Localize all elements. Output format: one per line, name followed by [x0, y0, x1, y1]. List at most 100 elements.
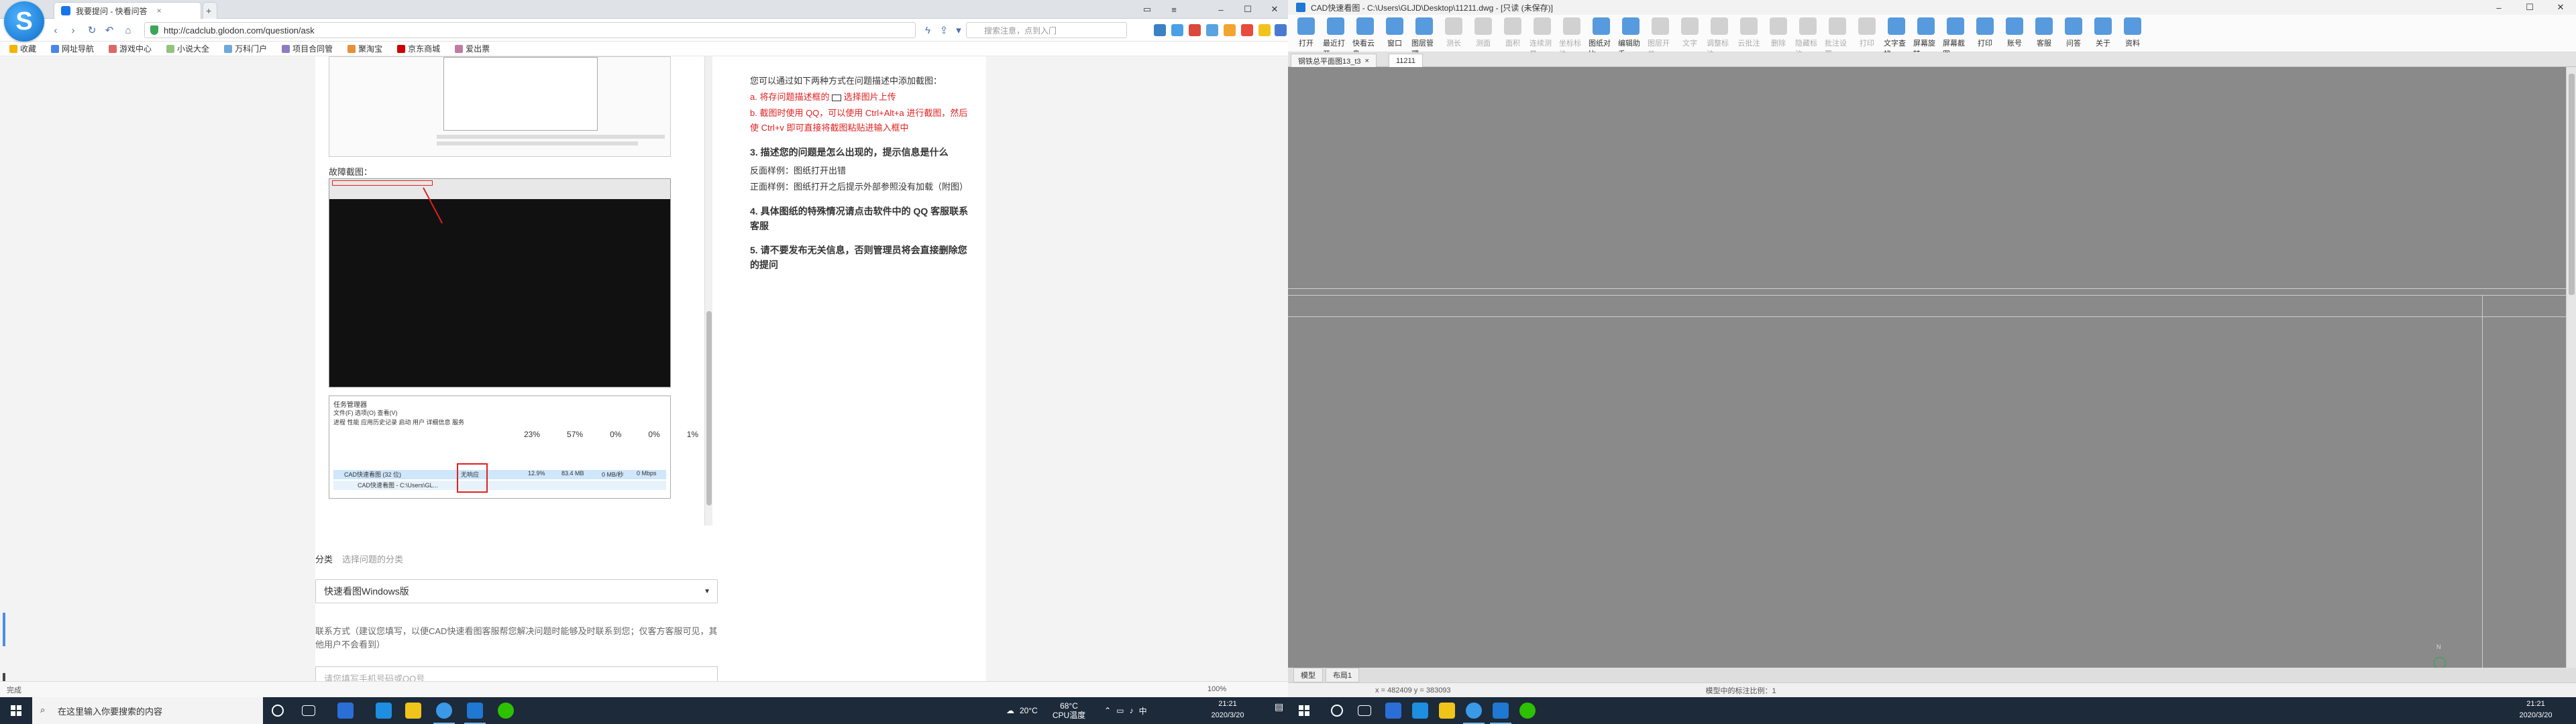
ribbon-tool-icon: [1445, 17, 1462, 35]
ribbon-button[interactable]: 账号: [2002, 17, 2027, 48]
ie-icon[interactable]: [1412, 703, 1428, 719]
game-icon[interactable]: [1241, 24, 1253, 36]
forward-icon[interactable]: ›: [66, 23, 80, 38]
share-icon[interactable]: ⇪: [936, 23, 951, 38]
file-explorer-icon[interactable]: [405, 703, 421, 719]
taskbar-search[interactable]: ⌕ 在这里输入你要搜索的内容: [32, 697, 263, 724]
ribbon-button[interactable]: 问答: [2061, 17, 2086, 48]
edge-icon[interactable]: [337, 703, 354, 719]
extension-icon[interactable]: [1206, 24, 1218, 36]
ribbon-button-label: 打印: [1860, 40, 1874, 48]
editor-scrollbar[interactable]: [704, 56, 712, 526]
task-view-icon[interactable]: [302, 705, 315, 716]
browser-menu-icon[interactable]: ≡: [1161, 0, 1187, 19]
ribbon-button[interactable]: 资料: [2120, 17, 2145, 48]
close-icon[interactable]: ×: [1365, 57, 1369, 65]
ribbon-button[interactable]: 窗口: [1382, 17, 1407, 48]
home-icon[interactable]: ⌂: [121, 23, 136, 38]
bookmark-item[interactable]: 网址导航: [51, 43, 94, 54]
cad-taskbar-icon[interactable]: [464, 703, 486, 724]
coin-icon[interactable]: [1258, 24, 1271, 36]
download-icon[interactable]: [1171, 24, 1183, 36]
ribbon-button[interactable]: 测面: [1470, 17, 1496, 48]
category-select[interactable]: 快速看图Windows版 ▼: [315, 579, 718, 603]
weather-text[interactable]: 20°C: [1020, 706, 1038, 715]
search-input[interactable]: 搜索注意，点到入门: [966, 22, 1127, 38]
undo-icon[interactable]: ↶: [102, 23, 117, 38]
ie-icon[interactable]: [376, 703, 392, 719]
ribbon-button[interactable]: 文字: [1677, 17, 1703, 48]
notifications-icon[interactable]: ▤: [1275, 701, 1283, 713]
ribbon-button[interactable]: 打开: [1293, 17, 1319, 48]
cad-vertical-scrollbar[interactable]: [2566, 67, 2576, 668]
tab-drawing-1[interactable]: 钢铁总平面图13_t3 ×: [1291, 54, 1377, 67]
minimize-button[interactable]: –: [2483, 0, 2514, 15]
scroll-thumb[interactable]: [2569, 74, 2575, 295]
wechat-icon[interactable]: [1519, 703, 1536, 719]
volume-icon[interactable]: ♪: [1130, 706, 1134, 715]
task-view-icon[interactable]: [1358, 705, 1371, 716]
dropdown-icon[interactable]: ▾: [951, 23, 966, 38]
bookmark-item[interactable]: 聚淘宝: [347, 43, 382, 54]
minimize-button[interactable]: –: [1208, 0, 1234, 19]
tip-example-bad: 反面样例：图纸打开出错: [750, 166, 847, 176]
close-button[interactable]: ✕: [2545, 0, 2576, 15]
maximize-button[interactable]: ☐: [2514, 0, 2545, 15]
bookmark-item[interactable]: 京东商城: [397, 43, 440, 54]
search-icon[interactable]: [1331, 705, 1343, 717]
cut-icon[interactable]: [1189, 24, 1201, 36]
maximize-button[interactable]: ☐: [1234, 0, 1261, 19]
scroll-thumb[interactable]: [706, 311, 712, 505]
ribbon-button[interactable]: 测长: [1441, 17, 1466, 48]
site-icon: [282, 44, 290, 53]
chevron-up-icon[interactable]: ⌃: [1104, 706, 1111, 715]
ribbon-button[interactable]: 面积: [1500, 17, 1525, 48]
zoom-level[interactable]: 100%: [1208, 685, 1226, 693]
category-hint: 选择问题的分类: [342, 554, 404, 564]
speed-icon[interactable]: ϟ: [920, 23, 935, 38]
tab-close-icon[interactable]: ×: [157, 6, 162, 15]
bookmark-item[interactable]: 爱出票: [455, 43, 490, 54]
key-icon[interactable]: [1224, 24, 1236, 36]
ribbon-button[interactable]: 客服: [2031, 17, 2057, 48]
browser-taskbar-icon[interactable]: [433, 703, 455, 724]
close-button[interactable]: ✕: [1261, 0, 1288, 19]
tips-intro: 您可以通过如下两种方式在问题描述中添加截图：: [750, 76, 943, 86]
back-icon[interactable]: ‹: [48, 23, 63, 38]
ribbon-button[interactable]: 关于: [2090, 17, 2116, 48]
bookmark-item[interactable]: 万科门户: [224, 43, 267, 54]
input-method-icon[interactable]: 中: [1139, 705, 1147, 717]
bookmark-item[interactable]: 小说大全: [166, 43, 209, 54]
network-icon[interactable]: ▭: [1116, 706, 1124, 715]
start-button[interactable]: [0, 697, 32, 724]
cortana-icon[interactable]: [272, 705, 284, 717]
browser-logo-icon[interactable]: S: [4, 1, 44, 42]
tab-ask-question[interactable]: 我要提问 - 快看问答 ×: [54, 2, 201, 19]
bookmark-item[interactable]: 收藏: [9, 43, 36, 54]
ribbon-button[interactable]: 云批注: [1736, 17, 1762, 48]
clock[interactable]: 21:21 2020/3/20: [2509, 699, 2563, 721]
file-explorer-icon[interactable]: [1439, 703, 1455, 719]
user-icon[interactable]: [1275, 24, 1287, 36]
tab-model[interactable]: 模型: [1293, 668, 1323, 682]
new-tab-button[interactable]: +: [203, 2, 217, 19]
bookmark-icon[interactable]: [1154, 24, 1166, 36]
wechat-icon[interactable]: [498, 703, 514, 719]
ribbon-button[interactable]: 删除: [1766, 17, 1791, 48]
edge-icon[interactable]: [1385, 703, 1401, 719]
ribbon-button[interactable]: 打印: [1972, 17, 1998, 48]
tab-drawing-2[interactable]: 11211: [1389, 54, 1423, 67]
cad-taskbar-icon[interactable]: [1490, 703, 1511, 724]
tab-layout[interactable]: 布局1: [1326, 668, 1360, 682]
browser-taskbar-icon[interactable]: [1463, 703, 1485, 724]
address-bar[interactable]: http://cadclub.glodon.com/question/ask: [144, 22, 916, 38]
cad-drawing-canvas[interactable]: N: [1288, 67, 2566, 669]
bookmark-item[interactable]: 游戏中心: [109, 43, 152, 54]
cpu-temperature[interactable]: 68°C CPU温度: [1053, 701, 1085, 720]
clock[interactable]: 21:21 2020/3/20: [1201, 699, 1254, 721]
start-button[interactable]: [1288, 697, 1320, 724]
bookmark-item[interactable]: 项目合同管: [282, 43, 333, 54]
browser-skin-icon[interactable]: ▭: [1134, 0, 1161, 19]
refresh-icon[interactable]: ↻: [85, 23, 99, 38]
ribbon-button[interactable]: 打印: [1854, 17, 1880, 48]
